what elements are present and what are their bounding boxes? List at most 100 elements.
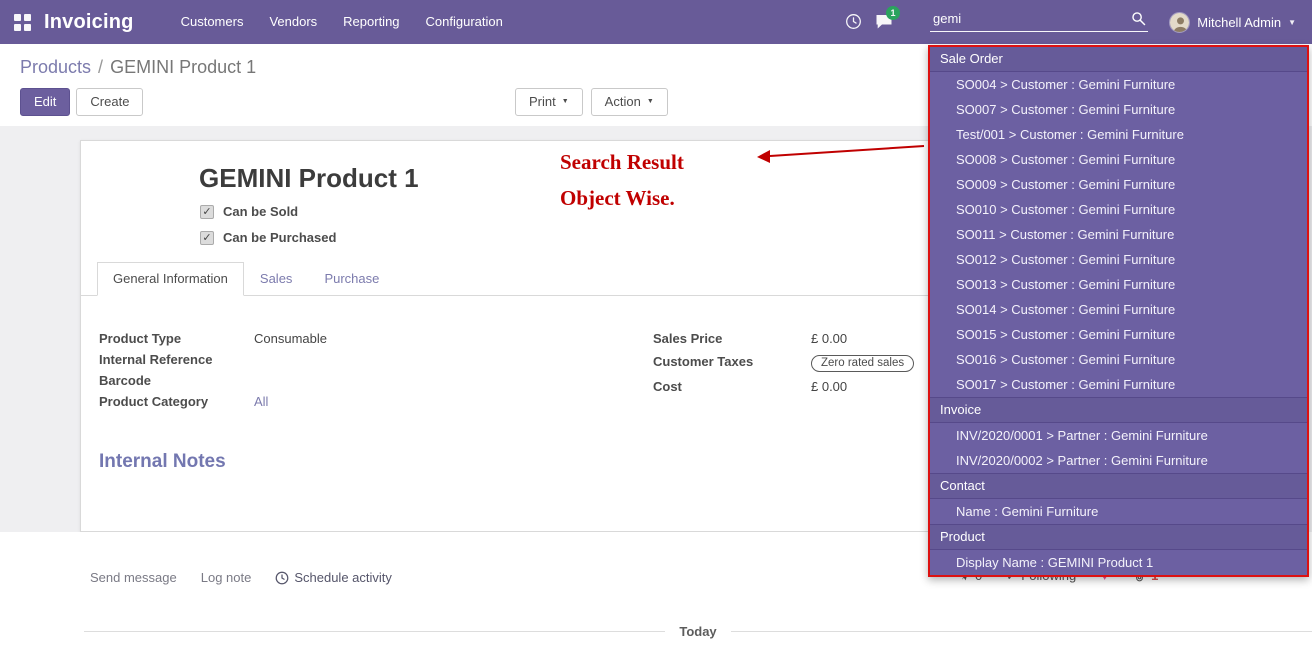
divider-line (731, 631, 1312, 632)
divider-line (84, 631, 665, 632)
print-button[interactable]: Print ▼ (515, 88, 583, 116)
checkbox-row-can-be-sold: ✓ Can be Sold (200, 204, 336, 219)
annotation-arrow-icon (754, 138, 930, 166)
search-result-item[interactable]: SO011 > Customer : Gemini Furniture (930, 222, 1307, 247)
apps-grid-glyph (14, 14, 31, 31)
messages-bubble-icon[interactable]: 1 (875, 14, 893, 34)
breadcrumb-separator: / (98, 57, 103, 77)
nav-menu-customers[interactable]: Customers (168, 0, 257, 44)
nav-menu-bar: CustomersVendorsReportingConfiguration (168, 0, 516, 44)
field-label: Product Category (99, 394, 254, 409)
product-title: GEMINI Product 1 (199, 163, 419, 194)
chatter-actions: Send message Log note Schedule activity (90, 570, 392, 585)
search-result-item[interactable]: SO012 > Customer : Gemini Furniture (930, 247, 1307, 272)
user-avatar (1169, 12, 1190, 33)
field-product-category: Product CategoryAll (99, 394, 599, 410)
checkbox-list: ✓ Can be Sold ✓ Can be Purchased (200, 204, 336, 256)
field-label: Sales Price (653, 331, 811, 346)
action-button[interactable]: Action ▼ (591, 88, 668, 116)
search-result-item[interactable]: SO017 > Customer : Gemini Furniture (930, 372, 1307, 397)
send-message-button[interactable]: Send message (90, 570, 177, 585)
internal-notes-heading: Internal Notes (99, 451, 226, 473)
field-internal-reference: Internal Reference (99, 352, 599, 368)
field-product-type: Product TypeConsumable (99, 331, 599, 347)
annotation-line2: Object Wise. (560, 180, 684, 216)
dropdown-header-invoice: Invoice (930, 397, 1307, 423)
annotation-note: Search Result Object Wise. (560, 144, 684, 216)
field-value: £ 0.00 (811, 331, 847, 346)
search-result-item[interactable]: SO010 > Customer : Gemini Furniture (930, 197, 1307, 222)
clock-icon (275, 571, 289, 585)
search-result-item[interactable]: SO008 > Customer : Gemini Furniture (930, 147, 1307, 172)
search-result-item[interactable]: Display Name : GEMINI Product 1 (930, 550, 1307, 575)
search-result-item[interactable]: SO013 > Customer : Gemini Furniture (930, 272, 1307, 297)
search-input[interactable] (930, 7, 1148, 32)
field-label: Product Type (99, 331, 254, 346)
search-result-item[interactable]: INV/2020/0002 > Partner : Gemini Furnitu… (930, 448, 1307, 473)
schedule-activity-button[interactable]: Schedule activity (275, 570, 392, 585)
edit-button[interactable]: Edit (20, 88, 70, 116)
breadcrumb-current: GEMINI Product 1 (110, 57, 256, 77)
checkbox-can-be-sold[interactable]: ✓ (200, 205, 214, 219)
search-result-item[interactable]: SO015 > Customer : Gemini Furniture (930, 322, 1307, 347)
user-menu[interactable]: Mitchell Admin ▼ (1163, 0, 1302, 44)
field-label: Internal Reference (99, 352, 254, 367)
create-button[interactable]: Create (76, 88, 143, 116)
field-label: Cost (653, 379, 811, 394)
search-result-item[interactable]: Test/001 > Customer : Gemini Furniture (930, 122, 1307, 147)
activities-clock-icon[interactable] (845, 13, 862, 35)
caret-down-icon: ▼ (562, 98, 569, 105)
top-navbar: Invoicing CustomersVendorsReportingConfi… (0, 0, 1312, 44)
field-barcode: Barcode (99, 373, 599, 389)
search-result-item[interactable]: SO014 > Customer : Gemini Furniture (930, 297, 1307, 322)
search-result-item[interactable]: Name : Gemini Furniture (930, 499, 1307, 524)
action-buttons: Print ▼ Action ▼ (515, 88, 668, 116)
log-note-button[interactable]: Log note (201, 570, 252, 585)
search-result-item[interactable]: SO016 > Customer : Gemini Furniture (930, 347, 1307, 372)
caret-down-icon: ▼ (647, 98, 654, 105)
today-divider: Today (84, 624, 1312, 639)
field-value: Zero rated sales (811, 354, 914, 372)
action-button-label: Action (605, 94, 641, 109)
breadcrumb: Products / GEMINI Product 1 (20, 57, 256, 78)
checkbox-label: Can be Sold (223, 204, 298, 219)
app-brand[interactable]: Invoicing (44, 11, 134, 34)
messages-badge: 1 (886, 6, 900, 20)
dropdown-header-product: Product (930, 524, 1307, 550)
search-icon[interactable] (1131, 11, 1146, 31)
dropdown-header-sale-order: Sale Order (930, 47, 1307, 72)
nav-menu-configuration[interactable]: Configuration (413, 0, 516, 44)
field-value: £ 0.00 (811, 379, 847, 394)
user-name: Mitchell Admin (1197, 15, 1281, 30)
left-field-group: Product TypeConsumableInternal Reference… (99, 331, 599, 415)
dropdown-header-contact: Contact (930, 473, 1307, 499)
navbar-search-box (930, 7, 1148, 32)
search-results-dropdown: Sale OrderSO004 > Customer : Gemini Furn… (928, 45, 1309, 577)
field-value[interactable]: All (254, 394, 268, 409)
search-result-item[interactable]: INV/2020/0001 > Partner : Gemini Furnitu… (930, 423, 1307, 448)
field-value: Consumable (254, 331, 327, 346)
nav-menu-vendors[interactable]: Vendors (256, 0, 330, 44)
caret-down-icon: ▼ (1288, 18, 1296, 27)
form-buttons: Edit Create (20, 88, 143, 116)
field-label: Customer Taxes (653, 354, 811, 369)
tab-purchase[interactable]: Purchase (308, 262, 395, 296)
search-result-item[interactable]: SO004 > Customer : Gemini Furniture (930, 72, 1307, 97)
tab-sales[interactable]: Sales (244, 262, 309, 296)
apps-grid-icon[interactable] (0, 0, 44, 44)
today-label: Today (679, 624, 716, 639)
print-button-label: Print (529, 94, 556, 109)
nav-menu-reporting[interactable]: Reporting (330, 0, 412, 44)
tab-general-information[interactable]: General Information (97, 262, 244, 296)
tax-tag[interactable]: Zero rated sales (811, 355, 914, 372)
checkbox-can-be-purchased[interactable]: ✓ (200, 231, 214, 245)
checkbox-label: Can be Purchased (223, 230, 336, 245)
field-label: Barcode (99, 373, 254, 388)
checkbox-row-can-be-purchased: ✓ Can be Purchased (200, 230, 336, 245)
breadcrumb-products-link[interactable]: Products (20, 57, 91, 77)
annotation-line1: Search Result (560, 144, 684, 180)
search-result-item[interactable]: SO007 > Customer : Gemini Furniture (930, 97, 1307, 122)
search-result-item[interactable]: SO009 > Customer : Gemini Furniture (930, 172, 1307, 197)
screen: Invoicing CustomersVendorsReportingConfi… (0, 0, 1312, 658)
schedule-activity-label: Schedule activity (294, 570, 392, 585)
